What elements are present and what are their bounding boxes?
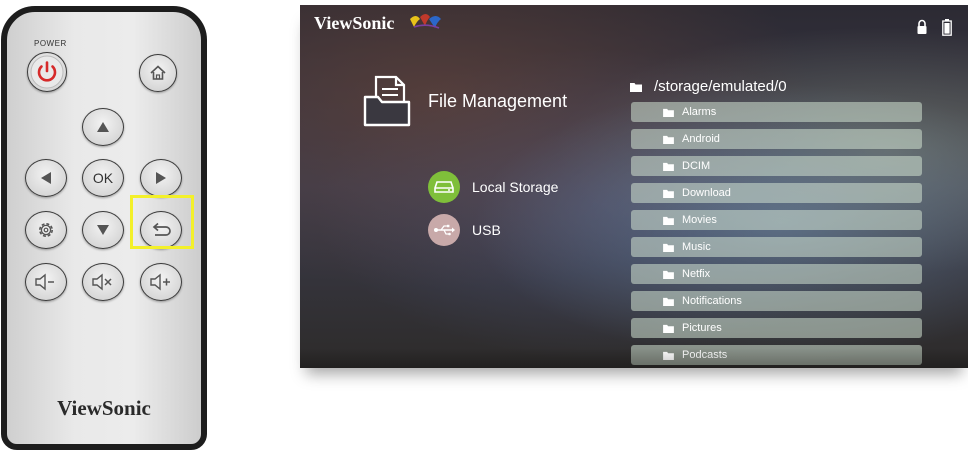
volume-down-icon	[35, 273, 54, 291]
lock-icon	[917, 19, 927, 34]
mute-icon	[92, 273, 112, 291]
storage-label: Local Storage	[472, 179, 559, 195]
left-arrow-icon	[41, 172, 51, 184]
page-title: File Management	[428, 91, 568, 111]
power-label: POWER	[34, 39, 67, 48]
up-arrow-icon	[97, 122, 109, 132]
folder-icon	[630, 82, 642, 92]
folder-icon	[663, 270, 674, 279]
folder-icon	[663, 351, 674, 360]
volume-up-icon	[150, 273, 170, 291]
folder-icon	[663, 216, 674, 225]
up-button[interactable]	[82, 108, 124, 146]
remote-brand-logo: ViewSonic	[57, 396, 151, 420]
storage-item-usb[interactable]: USB	[428, 214, 501, 246]
usb-icon	[428, 214, 460, 246]
left-button[interactable]	[25, 159, 67, 197]
folder-item[interactable]: DCIM	[631, 156, 922, 176]
folder-icon	[663, 135, 674, 144]
ok-label: OK	[92, 170, 114, 186]
hard-drive-icon	[428, 171, 460, 203]
folder-name: DCIM	[682, 160, 711, 172]
folder-item[interactable]: Android	[631, 129, 922, 149]
storage-label: USB	[472, 222, 501, 238]
viewsonic-birds-icon	[410, 14, 441, 29]
home-button[interactable]	[139, 54, 177, 92]
folder-name: Podcasts	[682, 349, 728, 361]
mute-button[interactable]	[82, 263, 124, 301]
folder-name: Alarms	[682, 106, 717, 118]
folder-name: Android	[682, 133, 720, 145]
battery-icon	[942, 19, 952, 36]
folder-name: Netfix	[682, 268, 711, 280]
return-button-highlight	[130, 195, 194, 249]
folder-item[interactable]: Podcasts	[631, 345, 922, 365]
home-icon	[150, 65, 166, 80]
folder-item[interactable]: Music	[631, 237, 922, 257]
folder-name: Movies	[682, 214, 717, 226]
folder-item[interactable]: Download	[631, 183, 922, 203]
ok-button[interactable]: OK	[82, 159, 124, 197]
power-button[interactable]	[27, 52, 67, 92]
folder-icon	[663, 189, 674, 198]
power-icon	[30, 55, 64, 89]
folder-item[interactable]: Pictures	[631, 318, 922, 338]
breadcrumb: /storage/emulated/0	[630, 78, 787, 95]
volume-down-button[interactable]	[25, 263, 67, 301]
down-button[interactable]	[82, 211, 124, 249]
settings-icon	[39, 223, 53, 237]
folder-item[interactable]: Movies	[631, 210, 922, 230]
folder-icon	[663, 108, 674, 117]
folder-icon	[663, 324, 674, 333]
folder-list: Alarms Android DCIM Download Movies Musi…	[631, 102, 922, 368]
storage-item-local[interactable]: Local Storage	[428, 171, 558, 203]
folder-name: Music	[682, 241, 711, 253]
down-arrow-icon	[97, 225, 109, 235]
folder-item[interactable]: Alarms	[631, 102, 922, 122]
folder-icon	[663, 243, 674, 252]
folder-item[interactable]: Notifications	[631, 291, 922, 311]
status-icons	[916, 19, 952, 36]
folder-icon	[663, 297, 674, 306]
folder-name: Download	[682, 187, 731, 199]
folder-name: Notifications	[682, 295, 742, 307]
projector-screen: ViewSonic File Management Local Storage …	[300, 5, 968, 368]
file-management-icon	[363, 75, 411, 127]
folder-name: Pictures	[682, 322, 722, 334]
screen-brand-logo: ViewSonic	[314, 13, 395, 33]
settings-button[interactable]	[25, 211, 67, 249]
current-path: /storage/emulated/0	[654, 78, 787, 95]
folder-icon	[663, 162, 674, 171]
folder-item[interactable]: Netfix	[631, 264, 922, 284]
right-arrow-icon	[156, 172, 166, 184]
volume-up-button[interactable]	[140, 263, 182, 301]
right-button[interactable]	[140, 159, 182, 197]
